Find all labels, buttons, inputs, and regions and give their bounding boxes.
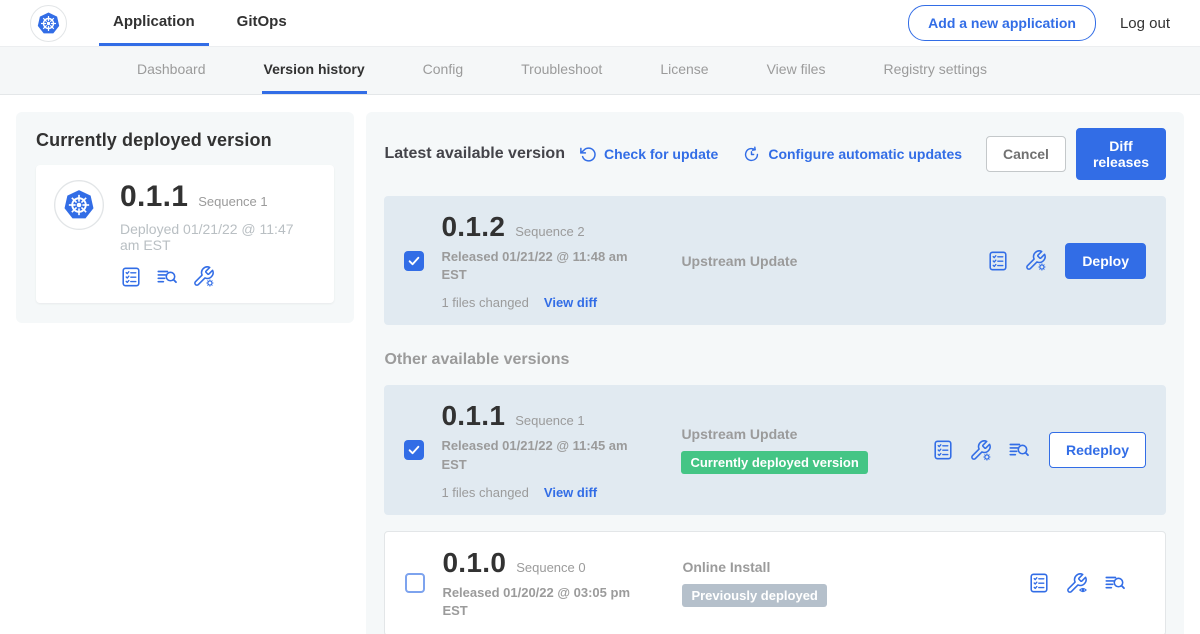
- edit-config-icon[interactable]: [969, 439, 992, 462]
- released-timestamp: Released 01/21/22 @ 11:48 am EST: [441, 248, 629, 284]
- version-checkbox[interactable]: [405, 573, 425, 593]
- files-changed-label: 1 files changed: [441, 485, 528, 500]
- check-update-icon: [579, 145, 597, 163]
- version-source-label: Online Install: [682, 559, 1028, 575]
- version-source-label: Upstream Update: [681, 253, 987, 269]
- preflight-checks-icon[interactable]: [1028, 572, 1050, 594]
- view-diff-link[interactable]: View diff: [544, 485, 597, 500]
- version-row-0-1-1: 0.1.1 Sequence 1 Released 01/21/22 @ 11:…: [384, 385, 1166, 514]
- topbar-right: Add a new application Log out: [908, 0, 1170, 46]
- main-content: Currently deployed version: [0, 95, 1200, 634]
- released-timestamp: Released 01/21/22 @ 11:45 am EST: [441, 437, 629, 473]
- subnav-tab-license[interactable]: License: [658, 47, 710, 94]
- subnav-tab-registry-settings[interactable]: Registry settings: [881, 47, 988, 94]
- released-timestamp: Released 01/20/22 @ 03:05 pm EST: [442, 584, 630, 620]
- deployed-timestamp: Deployed 01/21/22 @ 11:47 am EST: [120, 221, 316, 253]
- preflight-checks-icon[interactable]: [987, 250, 1009, 272]
- app-subnav: Dashboard Version history Config Troublesho…: [0, 47, 1200, 95]
- version-checkbox[interactable]: [404, 251, 424, 271]
- deploy-button[interactable]: Deploy: [1065, 243, 1146, 279]
- topbar: Application GitOps Add a new application …: [0, 0, 1200, 47]
- subnav-tab-config[interactable]: Config: [421, 47, 465, 94]
- add-application-button[interactable]: Add a new application: [908, 5, 1096, 41]
- currently-deployed-badge: Currently deployed version: [681, 451, 867, 474]
- kubernetes-logo: [30, 0, 67, 46]
- view-diff-link[interactable]: View diff: [544, 295, 597, 310]
- subnav-tab-dashboard[interactable]: Dashboard: [135, 47, 208, 94]
- latest-version-header: Latest available version Check for updat…: [384, 128, 1166, 180]
- deployed-version-sequence: Sequence 1: [198, 194, 267, 209]
- version-history-panel: Latest available version Check for updat…: [366, 112, 1184, 634]
- version-sequence: Sequence 2: [515, 224, 584, 239]
- preflight-checks-icon[interactable]: [932, 439, 954, 461]
- subnav-tab-view-files[interactable]: View files: [765, 47, 828, 94]
- deployed-version-actions: [120, 265, 316, 288]
- version-sequence: Sequence 1: [515, 413, 584, 428]
- deployed-panel-title: Currently deployed version: [36, 130, 334, 151]
- deployed-version-card: 0.1.1 Sequence 1 Deployed 01/21/22 @ 11:…: [36, 165, 334, 303]
- edit-config-icon[interactable]: [192, 265, 215, 288]
- edit-config-icon[interactable]: [1024, 249, 1047, 272]
- logout-link[interactable]: Log out: [1120, 15, 1170, 32]
- release-notes-icon[interactable]: [1007, 439, 1031, 461]
- version-row-actions: [932, 439, 1031, 462]
- other-versions-title: Other available versions: [384, 351, 1166, 369]
- version-number: 0.1.0: [442, 547, 506, 579]
- auto-update-icon: [742, 145, 761, 164]
- version-sequence: Sequence 0: [516, 560, 585, 575]
- view-config-icon[interactable]: [1065, 572, 1088, 595]
- files-changed-label: 1 files changed: [441, 295, 528, 310]
- release-notes-icon[interactable]: [1103, 572, 1127, 594]
- top-tab-application[interactable]: Application: [99, 0, 209, 46]
- subnav-tab-troubleshoot[interactable]: Troubleshoot: [519, 47, 604, 94]
- release-notes-icon[interactable]: [155, 266, 179, 288]
- latest-version-title: Latest available version: [384, 145, 565, 163]
- version-row-0-1-2: 0.1.2 Sequence 2 Released 01/21/22 @ 11:…: [384, 196, 1166, 325]
- version-source-label: Upstream Update: [681, 426, 932, 442]
- top-nav-tabs: Application GitOps: [99, 0, 315, 46]
- cancel-button[interactable]: Cancel: [986, 136, 1066, 172]
- subnav-tab-version-history[interactable]: Version history: [262, 47, 367, 94]
- currently-deployed-panel: Currently deployed version: [16, 112, 354, 323]
- version-row-actions: [987, 249, 1047, 272]
- redeploy-button[interactable]: Redeploy: [1049, 432, 1146, 468]
- diff-releases-button[interactable]: Diff releases: [1076, 128, 1166, 180]
- version-row-actions: [1028, 572, 1127, 595]
- deployed-version-number: 0.1.1: [120, 180, 188, 214]
- kubernetes-app-icon: [54, 180, 104, 288]
- version-number: 0.1.2: [441, 211, 505, 243]
- top-tab-gitops[interactable]: GitOps: [223, 0, 301, 46]
- version-checkbox[interactable]: [404, 440, 424, 460]
- preflight-checks-icon[interactable]: [120, 266, 142, 288]
- version-number: 0.1.1: [441, 400, 505, 432]
- configure-auto-updates-link[interactable]: Configure automatic updates: [742, 145, 962, 164]
- version-row-0-1-0: 0.1.0 Sequence 0 Released 01/20/22 @ 03:…: [384, 531, 1166, 634]
- check-for-update-link[interactable]: Check for update: [579, 145, 718, 163]
- previously-deployed-badge: Previously deployed: [682, 584, 826, 607]
